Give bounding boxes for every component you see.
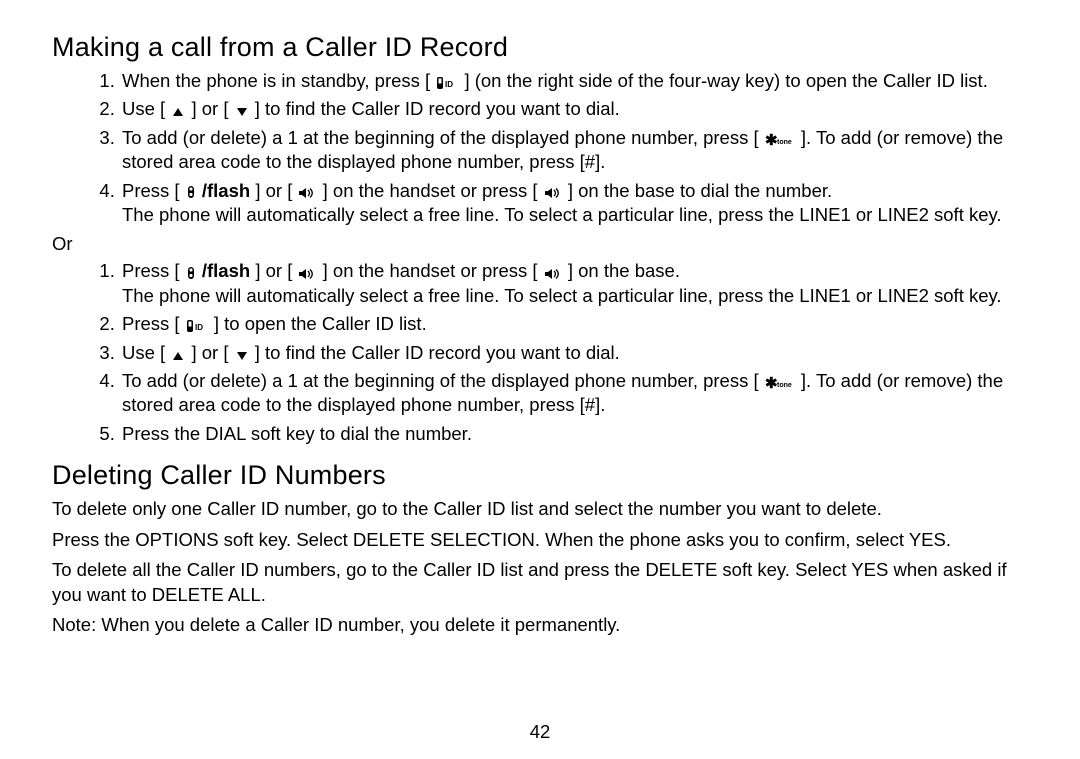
up-arrow-icon <box>171 345 185 364</box>
speaker-icon <box>298 182 316 201</box>
flash-label: /flash <box>202 260 250 281</box>
text: Press [ <box>122 260 180 281</box>
svg-text:tone: tone <box>777 139 792 146</box>
speaker-icon <box>298 263 316 282</box>
or-separator: Or <box>52 233 1040 255</box>
text: Use [ <box>122 342 165 363</box>
text: Press [ <box>122 180 180 201</box>
list-item: Press [ ID ] to open the Caller ID list. <box>120 312 1040 336</box>
paragraph: Note: When you delete a Caller ID number… <box>52 613 1040 637</box>
page-number: 42 <box>0 721 1080 743</box>
speaker-icon <box>544 182 562 201</box>
svg-text:ID: ID <box>445 80 453 89</box>
list-item: Press the DIAL soft key to dial the numb… <box>120 422 1040 446</box>
svg-text:ID: ID <box>195 323 203 332</box>
text: ] or [ <box>255 260 292 281</box>
svg-text:tone: tone <box>777 382 792 389</box>
star-tone-icon: ✱tone <box>765 373 795 392</box>
list-item: Use [ ] or [ ] to find the Caller ID rec… <box>120 341 1040 365</box>
list-item: Use [ ] or [ ] to find the Caller ID rec… <box>120 97 1040 121</box>
caller-id-icon: ID <box>186 316 208 335</box>
text: ] or [ <box>191 342 228 363</box>
text: Press the DIAL soft key to dial the numb… <box>122 423 472 444</box>
section-heading-making-call: Making a call from a Caller ID Record <box>52 32 1040 63</box>
flash-label: /flash <box>202 180 250 201</box>
text: To add (or delete) a 1 at the beginning … <box>122 370 759 391</box>
text: ] to open the Caller ID list. <box>214 313 427 334</box>
text: Press [ <box>122 313 180 334</box>
text: ] or [ <box>191 98 228 119</box>
text: Use [ <box>122 98 165 119</box>
down-arrow-icon <box>235 345 249 364</box>
text: ] on the handset or press [ <box>323 260 538 281</box>
talk-icon <box>186 182 196 201</box>
text: To add (or delete) a 1 at the beginning … <box>122 127 759 148</box>
star-tone-icon: ✱tone <box>765 130 795 149</box>
text: The phone will automatically select a fr… <box>122 285 1002 306</box>
list-item: Press [ /flash ] or [ ] on the handset o… <box>120 259 1040 308</box>
caller-id-icon: ID <box>436 73 458 92</box>
text: ] (on the right side of the four-way key… <box>464 70 987 91</box>
speaker-icon <box>544 263 562 282</box>
text: ] on the base to dial the number. <box>568 180 832 201</box>
section-heading-deleting: Deleting Caller ID Numbers <box>52 460 1040 491</box>
text: ] on the base. <box>568 260 680 281</box>
text: When the phone is in standby, press [ <box>122 70 430 91</box>
paragraph: To delete all the Caller ID numbers, go … <box>52 558 1040 607</box>
up-arrow-icon <box>171 101 185 120</box>
list-item: To add (or delete) a 1 at the beginning … <box>120 126 1040 175</box>
text: ] to find the Caller ID record you want … <box>255 342 620 363</box>
down-arrow-icon <box>235 101 249 120</box>
procedure-list-2: Press [ /flash ] or [ ] on the handset o… <box>52 259 1040 446</box>
text: ] or [ <box>255 180 292 201</box>
talk-icon <box>186 263 196 282</box>
paragraph: Press the OPTIONS soft key. Select DELET… <box>52 528 1040 552</box>
list-item: To add (or delete) a 1 at the beginning … <box>120 369 1040 418</box>
text: ] on the handset or press [ <box>323 180 538 201</box>
list-item: When the phone is in standby, press [ ID… <box>120 69 1040 93</box>
procedure-list-1: When the phone is in standby, press [ ID… <box>52 69 1040 227</box>
text: The phone will automatically select a fr… <box>122 204 1002 225</box>
text: ] to find the Caller ID record you want … <box>255 98 620 119</box>
paragraph: To delete only one Caller ID number, go … <box>52 497 1040 521</box>
list-item: Press [ /flash ] or [ ] on the handset o… <box>120 179 1040 228</box>
manual-page: Making a call from a Caller ID Record Wh… <box>0 0 1080 759</box>
